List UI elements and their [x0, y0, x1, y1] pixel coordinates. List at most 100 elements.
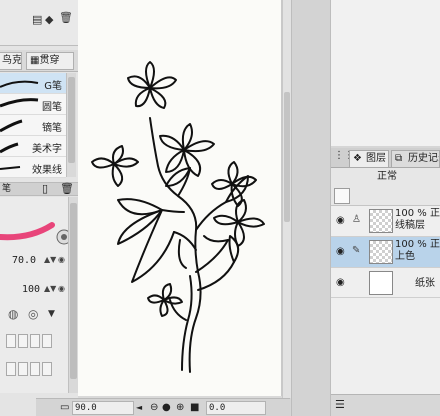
flower [127, 61, 177, 109]
tab-layers[interactable]: ❖ 图层 [349, 150, 389, 167]
opacity-slider-icon[interactable]: ◉ [58, 284, 65, 293]
delete-icon[interactable]: 🗑 [59, 12, 73, 24]
visibility-eye-icon[interactable]: ◉ [336, 215, 345, 226]
brush-label: 效果线 [32, 165, 62, 176]
layer-thumbnail [369, 240, 393, 264]
visibility-eye-icon[interactable]: ◉ [336, 246, 345, 257]
tool-property-panel: ▤ ◆ 🗑 鸟克 ▦贯穿 G笔 圆笔 镝笔 美术字 效果线 笔 ▯ 🗑 70.0… [0, 0, 78, 416]
layer-list: ◉ ♙ 100 % 正片 线稿层 ◉ ✎ 100 % 正常 上色 ◉ 纸张 [331, 206, 440, 394]
layer-stack-icon[interactable]: ☰ [335, 398, 345, 411]
property-header-label: 笔 [2, 184, 12, 194]
layer-name: 纸张 [415, 278, 435, 289]
size-spinner-icon[interactable]: ▲▼ [44, 255, 56, 264]
brush-item-lettering[interactable]: 美术字 [0, 136, 66, 157]
option-cell[interactable] [42, 362, 52, 376]
history-icon: ⧉ [395, 153, 403, 164]
option-cell[interactable] [30, 334, 40, 348]
subtab-1[interactable]: ▦贯穿 [26, 52, 74, 70]
brush-label: 镝笔 [42, 123, 62, 134]
delete-icon[interactable]: 🗑 [60, 182, 74, 195]
page-icon[interactable]: ▯ [42, 182, 48, 195]
flower-line-art [91, 61, 265, 373]
tab-history-label: 历史记录 [408, 153, 439, 164]
zoom-in-icon[interactable]: ⊕ [176, 401, 184, 415]
layer-row-selected[interactable]: ◉ ✎ 100 % 正常 上色 [331, 237, 440, 268]
zoom-slider-icon[interactable]: ● [162, 401, 171, 415]
layer-opacity: 100 % 正常 [395, 239, 440, 250]
branch [161, 209, 185, 213]
option-cell[interactable] [6, 334, 16, 348]
tool-properties: 70.0 ▲▼ ◉ 100 ▲▼ ◉ ◍ ◎ ▼ [0, 197, 78, 393]
brush-list-scrollbar[interactable] [66, 73, 76, 177]
pen-tool-icon: ♙ [352, 214, 361, 225]
layer-row[interactable]: ◉ ♙ 100 % 正片 线稿层 [331, 206, 440, 237]
brush-label: 圆笔 [42, 102, 62, 113]
brush-stroke-preview-pink [0, 222, 72, 245]
scroll-thumb[interactable] [284, 92, 290, 222]
brush-item-effect-line[interactable]: 效果线 [0, 157, 66, 178]
canvas-vertical-scrollbar[interactable] [282, 0, 291, 398]
option-cell[interactable] [6, 362, 16, 376]
brush-subtabs: 鸟克 ▦贯穿 [0, 50, 78, 72]
brush-tip-row: ◍ ◎ ▼ [0, 305, 78, 325]
option-cells [0, 331, 78, 353]
tab-layers-label: 图层 [366, 153, 386, 164]
blend-mode-select[interactable]: 正常 [331, 168, 440, 186]
brush-label: G笔 [44, 81, 62, 92]
tab-history[interactable]: ⧉ 历史记录 [391, 150, 440, 167]
texture-brush-tip-icon[interactable]: ◎ [28, 307, 38, 321]
flower [213, 199, 265, 247]
subtab-1-label: 贯穿 [39, 55, 60, 66]
brush-item-g-pen[interactable]: G笔 [0, 73, 66, 94]
scroll-thumb[interactable] [70, 203, 77, 379]
option-cell[interactable] [18, 362, 28, 376]
layer-panel-footer: ☰ [331, 394, 440, 416]
leaf [177, 239, 187, 269]
subtab-0[interactable]: 鸟克 [0, 52, 22, 70]
option-cell[interactable] [30, 362, 40, 376]
option-cell[interactable] [18, 334, 28, 348]
layer-color-swatch[interactable] [334, 188, 350, 204]
opacity-spinner-icon[interactable]: ▲▼ [44, 284, 56, 293]
brush-size-value[interactable]: 70.0 [12, 252, 36, 270]
zoom-out-icon[interactable]: ⊖ [150, 401, 158, 415]
visibility-eye-icon[interactable]: ◉ [336, 277, 345, 288]
leaf [228, 235, 240, 263]
fill-drop-icon[interactable]: ◆ [45, 14, 53, 26]
property-scrollbar[interactable] [68, 197, 78, 393]
brush-label: 美术字 [32, 144, 62, 155]
stop-icon[interactable]: ■ [190, 401, 199, 415]
zoom-field[interactable]: 90.0 [72, 401, 134, 415]
option-cells [0, 359, 78, 381]
rotation-field[interactable]: 0.0 [206, 401, 266, 415]
layer-row[interactable]: ◉ 纸张 [331, 268, 440, 298]
option-cell[interactable] [42, 334, 52, 348]
size-slider-icon[interactable]: ◉ [58, 255, 65, 264]
brush-item-nib[interactable]: 镝笔 [0, 115, 66, 136]
dropdown-chevron-icon[interactable]: ▼ [48, 309, 55, 319]
brush-stroke-preview [0, 98, 39, 108]
drawing-canvas[interactable] [78, 0, 282, 396]
left-top-toolbar: ▤ ◆ 🗑 [0, 0, 78, 46]
panel-divider [291, 0, 331, 416]
brush-stroke-preview [0, 80, 39, 88]
brush-item-round[interactable]: 圆笔 [0, 94, 66, 115]
brush-stroke-preview [0, 119, 23, 133]
leaf [203, 235, 229, 243]
layer-name: 上色 [395, 251, 415, 262]
layer-panel-tabs: ⋮⋮ ❖ 图层 ⧉ 历史记录 [331, 148, 440, 168]
navigator-panel [331, 0, 440, 146]
zoom-left-arrow-icon[interactable]: ◄ [136, 401, 142, 415]
property-header: 笔 ▯ 🗑 [0, 182, 78, 196]
brush-tool-icon: ✎ [352, 245, 361, 256]
scroll-thumb[interactable] [68, 77, 75, 163]
soft-brush-tip-icon[interactable]: ◍ [8, 307, 18, 321]
flower [91, 145, 139, 187]
blend-mode-value: 正常 [377, 171, 397, 182]
brush-list: G笔 圆笔 镝笔 美术字 效果线 [0, 73, 66, 178]
opacity-value[interactable]: 100 [22, 281, 40, 299]
app-window: ▤ ◆ 🗑 鸟克 ▦贯穿 G笔 圆笔 镝笔 美术字 效果线 笔 ▯ 🗑 70.0… [0, 0, 440, 416]
leaf [173, 231, 197, 251]
navigator-icon[interactable]: ▭ [60, 401, 69, 415]
menu-icon[interactable]: ▤ [32, 14, 42, 26]
